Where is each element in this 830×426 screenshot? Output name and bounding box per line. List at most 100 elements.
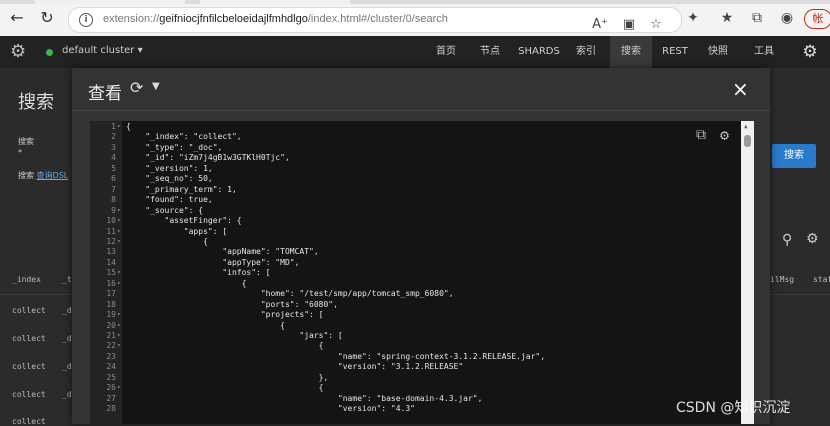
code-text: "version": "4.3" [126,404,415,414]
gear-icon[interactable]: ⚙ [720,126,729,144]
gear-icon[interactable]: ⚙ [800,42,820,62]
fold-toggle-icon[interactable]: ▾ [117,237,123,248]
code-line[interactable]: 2 "_index": "collect", [90,132,740,143]
gear-icon[interactable]: ⚙ [806,231,819,247]
code-line[interactable]: 25 }, [90,373,740,384]
code-line[interactable]: 4 "_id": "iZm7j4gB1w3GTKlH0Tjc", [90,153,740,164]
collections-icon[interactable]: ⧉ [748,9,766,27]
fold-toggle-icon[interactable]: ▾ [117,383,123,394]
code-line[interactable]: 18 "ports": "6080", [90,300,740,311]
code-line[interactable]: 15 ▾ "infos": [ [90,268,740,279]
fold-toggle-icon[interactable]: ▾ [117,227,123,238]
code-line[interactable]: 7 "_primary_term": 1, [90,185,740,196]
fold-toggle-icon[interactable]: ▾ [117,331,123,342]
menu-home[interactable]: 首页 [428,36,464,68]
chevron-down-icon[interactable]: ▼ [152,81,160,92]
extensions-icon[interactable]: ✦ [684,9,702,27]
code-line[interactable]: 23 "name": "spring-context-3.1.2.RELEASE… [90,352,740,363]
url-path: /index.html#/cluster/0/search [307,13,448,25]
search-icon[interactable]: ⚲ [782,232,792,248]
code-line[interactable]: 14 "appType": "MD", [90,258,740,269]
browser-toolbar: ← ↻ i extension://geifniocjfnfilcbeloeid… [0,0,830,36]
code-line[interactable]: 8 "found": true, [90,195,740,206]
line-number: 21 [106,331,116,340]
info-icon[interactable]: i [79,13,93,27]
menu-indices[interactable]: 索引 [568,36,604,68]
fold-toggle-icon[interactable]: ▾ [117,122,123,133]
code-line[interactable]: 13 "appName": "TOMCAT", [90,247,740,258]
fold-toggle-icon[interactable]: ▾ [117,341,123,352]
table-row[interactable]: collect [12,362,46,371]
browser-tab[interactable] [200,0,350,4]
cluster-selector[interactable]: default cluster ▾ [62,45,143,56]
code-line[interactable]: 3 "_type": "_doc", [90,143,740,154]
copy-icon[interactable]: ⧉ [696,127,706,143]
code-line[interactable]: 22 ▾ { [90,341,740,352]
code-line[interactable]: 21 ▾ "jars": [ [90,331,740,342]
scroll-up-icon[interactable]: ▲ [744,123,748,130]
fold-toggle-icon[interactable]: ▾ [117,321,123,332]
favorites-icon[interactable]: ★ [718,9,736,27]
code-line[interactable]: 10 ▾ "assetFinger": { [90,216,740,227]
star-icon[interactable]: ☆ [648,15,664,35]
code-line[interactable]: 19 ▾ "projects": [ [90,310,740,321]
code-text: "_index": "collect", [126,132,242,142]
reader-icon[interactable]: ▣ [621,15,637,35]
fold-toggle-icon[interactable]: ▾ [117,310,123,321]
column-header-errmsg[interactable]: ilMsg [770,275,794,284]
code-line[interactable]: 5 "_version": 1, [90,164,740,175]
refresh-icon[interactable]: ↻ [38,9,56,27]
profile-button[interactable]: 帐 [804,9,830,29]
column-header-status[interactable]: stat [813,275,830,284]
refresh-icon[interactable]: ⟳ [130,78,143,97]
menu-nodes[interactable]: 节点 [472,36,508,68]
vertical-scrollbar[interactable]: ▲ [741,121,754,424]
code-line[interactable]: 1 ▾{ [90,122,740,133]
menu-tools[interactable]: 工具 [746,36,782,68]
code-line[interactable]: 11 ▾ "apps": [ [90,227,740,238]
code-text: "appType": "MD", [126,257,300,267]
search-value[interactable]: * [18,148,22,157]
fold-toggle-icon[interactable]: ▾ [117,268,123,279]
table-row[interactable]: collect [12,334,46,343]
code-line[interactable]: 24 "version": "3.1.2.RELEASE" [90,362,740,373]
code-line[interactable]: 16 ▾ { [90,279,740,290]
fold-toggle-icon[interactable]: ▾ [117,216,123,227]
column-header-index[interactable]: _index [12,275,41,284]
code-text: "infos": [ [126,268,271,278]
code-line[interactable]: 9 ▾ "_source": { [90,206,740,217]
json-editor[interactable]: 1 ▾{2 "_index": "collect", 3 "_type": "_do… [90,121,754,424]
search-button[interactable]: 搜索 [772,144,816,168]
menu-rest[interactable]: REST [656,36,694,68]
code-line[interactable]: 12 ▾ { [90,237,740,248]
fold-toggle-icon[interactable]: ▾ [117,206,123,217]
read-aloud-icon[interactable]: A⁺ [592,15,608,35]
close-icon[interactable]: × [732,77,749,101]
menu-search[interactable]: 搜索 [610,36,652,68]
code-text: "projects": [ [126,310,324,320]
dsl-link[interactable]: 查询DSL [37,171,69,180]
fold-toggle-icon[interactable]: ▾ [117,279,123,290]
column-header-type[interactable]: _t [62,275,72,284]
browser-tab[interactable] [35,0,185,4]
table-row[interactable]: collect [12,417,46,426]
table-row[interactable]: collect [12,306,46,315]
code-text: "jars": [ [126,331,343,340]
code-line[interactable]: 17 "home": "/test/smp/app/tomcat_smp_608… [90,289,740,300]
code-line[interactable]: 26 ▾ { [90,383,740,394]
address-bar[interactable]: i extension://geifniocjfnfilcbeloeidajlf… [68,7,682,33]
menu-shards[interactable]: SHARDS [514,36,564,68]
code-line[interactable]: 20 ▾ { [90,321,740,332]
table-row[interactable]: collect [12,390,46,399]
scrollbar-thumb[interactable] [744,135,751,147]
menu-snapshot[interactable]: 快照 [700,36,736,68]
back-arrow-icon[interactable]: ← [8,9,26,27]
code-text: "name": "base-domain-4.3.jar", [126,393,483,403]
code-line[interactable]: 27 "name": "base-domain-4.3.jar", [90,394,740,405]
shield-icon[interactable]: ◉ [778,9,796,27]
line-number: 18 [106,299,116,309]
app-header: ⚙ default cluster ▾ 首页 节点 SHARDS 索引 搜索 R… [0,36,830,68]
code-line[interactable]: 28 "version": "4.3" [90,404,740,415]
code-line[interactable]: 6 "_seq_no": 50, [90,174,740,185]
code-text: { [126,383,324,393]
